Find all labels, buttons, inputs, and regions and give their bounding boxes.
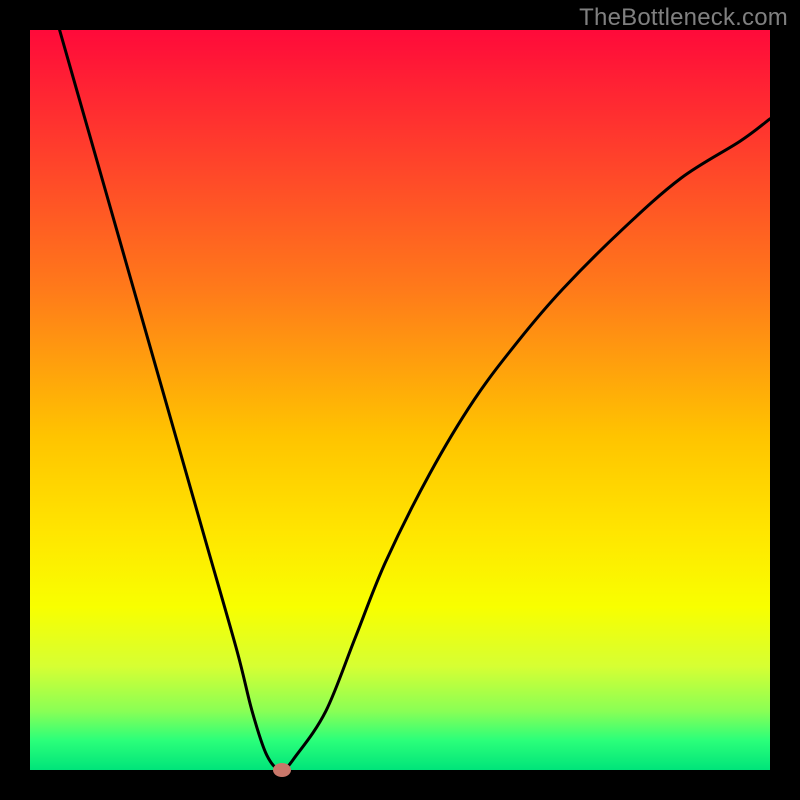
plot-area: [30, 30, 770, 770]
curve-svg: [30, 30, 770, 770]
watermark-text: TheBottleneck.com: [579, 4, 788, 32]
bottleneck-curve: [60, 30, 770, 770]
chart-frame: TheBottleneck.com: [0, 0, 800, 800]
minimum-marker: [273, 763, 291, 777]
